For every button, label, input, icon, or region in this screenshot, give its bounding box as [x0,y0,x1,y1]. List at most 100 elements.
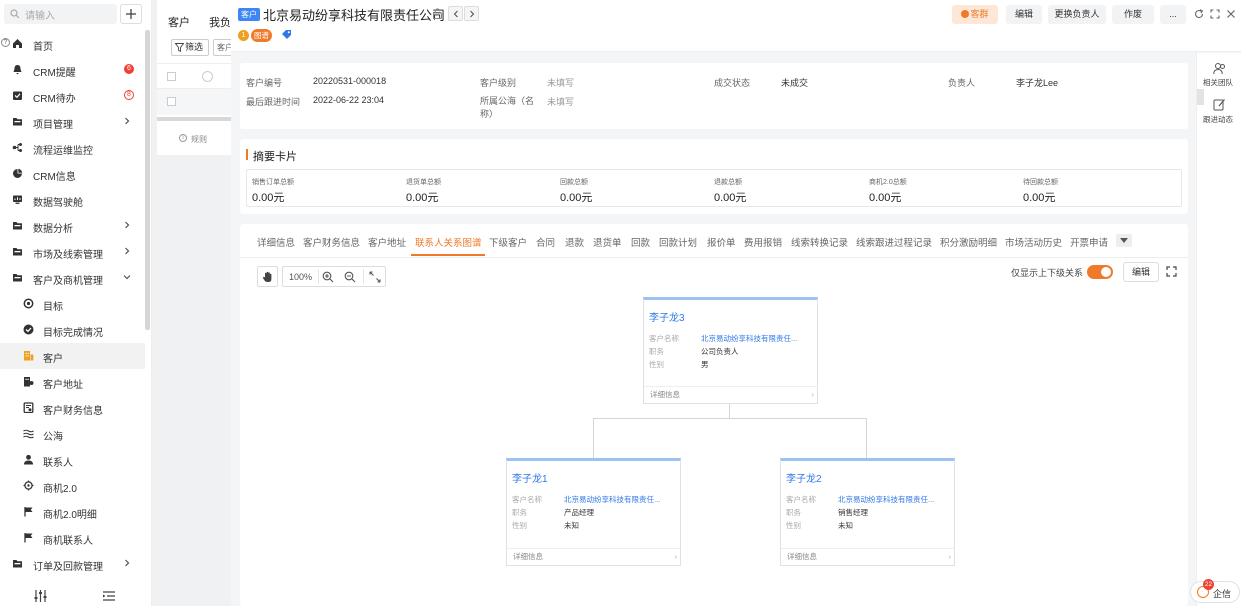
contact-node[interactable]: 李子龙3 客户名称 北京易动纷享科技有限责任... 职务 公司负责人 性别 男 … [643,297,818,404]
add-button[interactable] [120,4,142,24]
check-badge-icon [23,324,34,335]
node-detail-link[interactable]: 详细信息 › [507,548,680,565]
column-settings-icon[interactable] [202,71,213,82]
nav-item-contacts[interactable]: 联系人 [0,447,145,473]
company-link[interactable]: 北京易动纷享科技有限责任... [701,333,797,344]
tab-points[interactable]: 积分激励明细 [940,235,997,249]
node-detail-link[interactable]: 详细信息 › [644,386,817,403]
tag-icon[interactable] [281,29,292,40]
tab-quote[interactable]: 报价单 [707,235,736,249]
nav-item-project[interactable]: 项目管理 [0,109,145,135]
tab-detail-info[interactable]: 详细信息 [257,235,295,249]
more-label: ... [1169,9,1177,19]
filter-button[interactable]: 筛选 [171,39,209,56]
lock-icon[interactable] [432,8,443,19]
zoom-out-icon[interactable] [344,271,356,283]
row-checkbox[interactable] [167,97,176,106]
nav-item-target-completion[interactable]: 目标完成情况 [0,317,145,343]
nav-item-customer-finance[interactable]: 客户财务信息 [0,395,145,421]
collapse-rail-handle[interactable] [1197,89,1204,105]
edit-button[interactable]: 编辑 [1006,5,1042,24]
close-icon[interactable] [1226,9,1236,19]
nav-item-market-leads[interactable]: 市场及线索管理 [0,239,145,265]
graph-edit-button[interactable]: 编辑 [1123,262,1159,282]
table-row[interactable] [157,89,232,115]
nav-item-process[interactable]: 流程运维监控 [0,135,145,161]
tab-invoice[interactable]: 开票申请 [1070,235,1108,249]
nav-item-target[interactable]: 目标 [0,291,145,317]
search-input[interactable]: 请输入 [4,4,117,24]
tab-contact-graph[interactable]: 联系人关系图谱 [415,235,482,249]
tab-lead-followup[interactable]: 线索跟进过程记录 [856,235,932,249]
nav-item-opportunity[interactable]: 商机2.0 [0,473,145,499]
next-record-button[interactable] [464,6,479,21]
follow-up-icon[interactable] [1213,98,1226,111]
tab-mine[interactable]: 我负 [209,14,231,30]
tab-marketing-history[interactable]: 市场活动历史 [1005,235,1062,249]
more-button[interactable]: ... [1160,5,1186,24]
company-link[interactable]: 北京易动纷享科技有限责任... [838,494,934,505]
more-tabs-button[interactable] [1116,234,1132,247]
nav-item-data-cockpit[interactable]: 数据驾驶舱 [0,187,145,213]
graph-tag[interactable]: 图谱 [251,29,272,42]
nav-item-opportunity-contact[interactable]: 商机联系人 [0,525,145,551]
nav-item-customer[interactable]: 客户 [0,343,145,369]
tab-refund[interactable]: 退款 [565,235,584,249]
tab-customer-address[interactable]: 客户地址 [368,235,406,249]
nav-item-customer-address[interactable]: 客户地址 [0,369,145,395]
refresh-icon[interactable] [1194,9,1204,19]
settings-sliders-icon[interactable] [34,590,47,602]
nav-item-label: 商机2.0 [43,484,77,495]
fullscreen-icon[interactable] [1210,9,1220,19]
contact-node[interactable]: 李子龙2 客户名称 北京易动纷享科技有限责任... 职务 销售经理 性别 未知 … [780,458,955,566]
nav-item-crm-reminder[interactable]: CRM提醒 6 [0,57,145,83]
tab-customer[interactable]: 客户 [168,14,190,30]
node-detail-link[interactable]: 详细信息 › [781,548,954,565]
nav-item-customer-opportunity[interactable]: 客户及商机管理 [0,265,145,291]
rules-link[interactable]: i 规则 [157,126,232,154]
nav-item-order-payment[interactable]: 订单及回款管理 [0,551,145,577]
prev-record-button[interactable] [448,6,463,21]
contact-name[interactable]: 李子龙2 [786,470,822,485]
hierarchy-only-toggle[interactable] [1087,265,1113,279]
contact-name[interactable]: 李子龙3 [649,309,685,324]
nav-item-crm-info[interactable]: CRM信息 [0,161,145,187]
nav-item-public-pool[interactable]: 公海 [0,421,145,447]
fit-view-icon[interactable] [369,271,381,283]
tab-payment[interactable]: 回款 [631,235,650,249]
sidebar-scrollbar[interactable] [145,30,150,330]
customer-group-button[interactable]: 客群 [952,5,998,24]
horizontal-scrollbar[interactable] [157,117,232,121]
tab-payment-plan[interactable]: 回款计划 [659,235,697,249]
company-link[interactable]: 北京易动纷享科技有限责任... [564,494,660,505]
zoom-in-icon[interactable] [322,271,334,283]
related-team-label[interactable]: 相关团队 [1203,77,1233,88]
pan-button[interactable] [257,266,278,287]
contact-name[interactable]: 李子龙1 [512,470,548,485]
change-owner-button[interactable]: 更换负责人 [1048,5,1106,24]
bell-icon [13,65,22,75]
tab-return-order[interactable]: 退货单 [593,235,622,249]
chat-widget[interactable]: 22 企信 [1190,579,1240,603]
change-owner-label: 更换负责人 [1054,9,1100,19]
nav-item-home[interactable]: 首页 [0,31,145,57]
nav-item-opportunity-detail[interactable]: 商机2.0明细 [0,499,145,525]
contact-node[interactable]: 李子龙1 客户名称 北京易动纷享科技有限责任... 职务 产品经理 性别 未知 … [506,458,681,566]
nav-item-data-analysis[interactable]: 数据分析 [0,213,145,239]
collapse-menu-icon[interactable] [103,591,115,601]
nav-item-crm-todo[interactable]: CRM待办 8 [0,83,145,109]
select-all-checkbox[interactable] [167,72,176,81]
stat-value: 0.00元 [252,192,285,204]
team-icon[interactable] [1213,62,1226,75]
nav-item-label: CRM提醒 [33,68,76,79]
tab-contract[interactable]: 合同 [536,235,555,249]
tab-lead-conversion[interactable]: 线索转换记录 [791,235,848,249]
tab-customer-finance[interactable]: 客户财务信息 [303,235,360,249]
nav-item-label: 公海 [43,432,63,443]
tab-expense[interactable]: 费用报销 [744,235,782,249]
void-button[interactable]: 作废 [1112,5,1154,24]
tab-sub-customers[interactable]: 下级客户 [489,235,527,249]
nav-item-label: 客户地址 [43,380,83,391]
follow-up-label[interactable]: 跟进动态 [1203,114,1233,125]
expand-icon[interactable] [1166,266,1177,277]
